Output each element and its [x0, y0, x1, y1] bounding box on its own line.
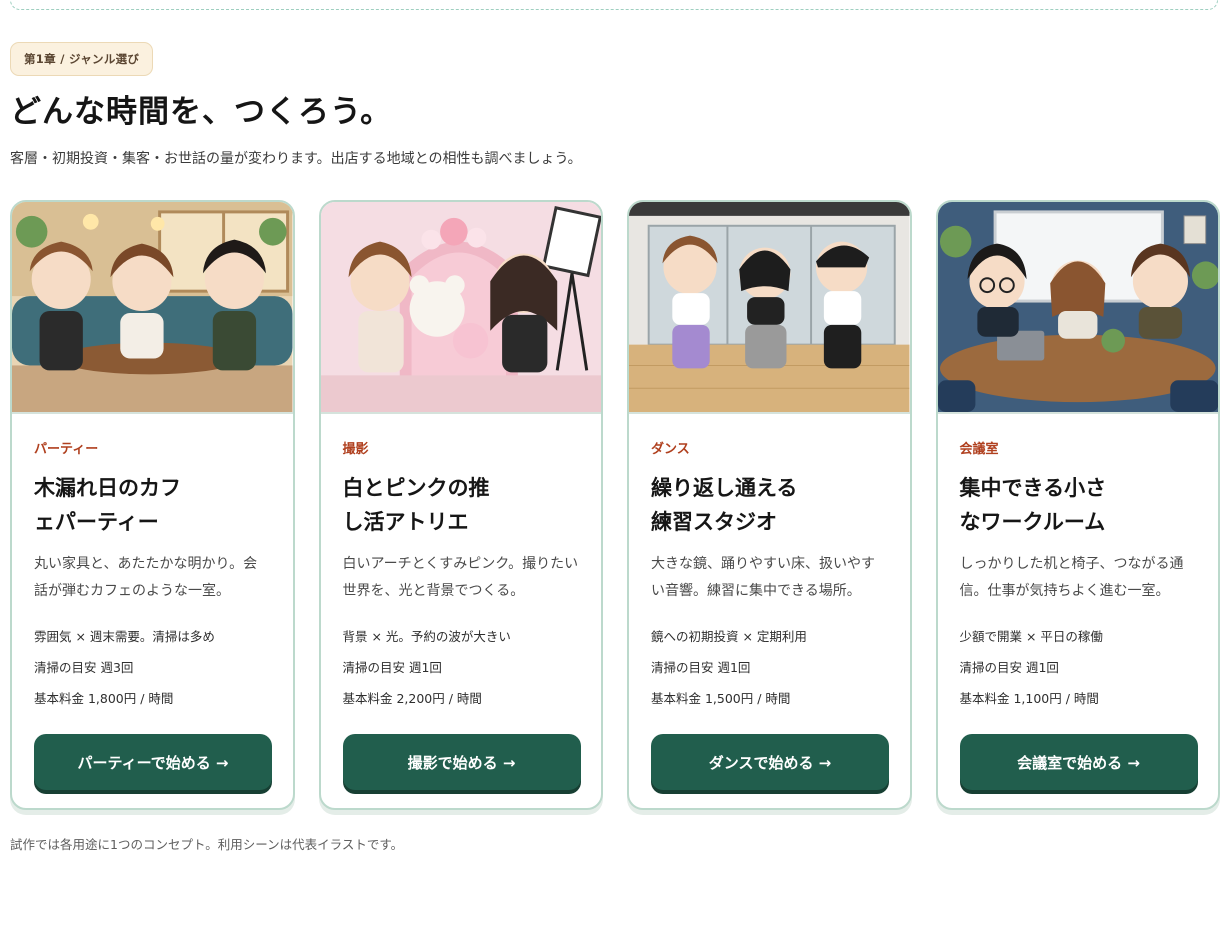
card-cleaning: 清掃の目安 週3回: [34, 660, 134, 675]
meeting-room-illustration: [937, 202, 1218, 414]
card-description: 丸い家具と、あたたかな明かり。会話が弾むカフェのような一室。: [34, 556, 258, 599]
top-dashed-panel: [10, 0, 1218, 10]
card-price: 基本料金 1,800円 / 時間: [34, 691, 174, 706]
dance-studio-illustration: [629, 202, 910, 414]
start-meeting-button[interactable]: 会議室で始める →: [959, 734, 1198, 790]
genre-card-list: パーティー 木漏れ日のカフェパーティー 丸い家具と、あたたかな明かり。会話が弾む…: [10, 200, 1220, 810]
card-cleaning: 清掃の目安 週1回: [651, 660, 751, 675]
genre-card-party[interactable]: パーティー 木漏れ日のカフェパーティー 丸い家具と、あたたかな明かり。会話が弾む…: [10, 200, 295, 810]
genre-card-dance[interactable]: ダンス 繰り返し通える練習スタジオ 大きな鏡、踊りやすい床、扱いやすい音響。練習…: [627, 200, 912, 810]
card-description: しっかりした机と椅子、つながる通信。仕事が気持ちよく進む一室。: [959, 556, 1184, 599]
genre-card-photo[interactable]: 撮影 白とピンクの推し活アトリエ 白いアーチとくすみピンク。撮りたい世界を、光と…: [318, 200, 603, 810]
card-cleaning: 清掃の目安 週1回: [959, 660, 1059, 675]
genre-label: ダンス: [651, 442, 690, 457]
card-price: 基本料金 1,500円 / 時間: [651, 691, 791, 706]
card-trait: 背景 × 光。予約の波が大きい: [342, 629, 511, 644]
page-title: どんな時間を、つくろう。: [10, 94, 393, 130]
card-description: 白いアーチとくすみピンク。撮りたい世界を、光と背景でつくる。: [342, 556, 579, 599]
card-title: 白とピンクの推し活アトリエ: [342, 476, 490, 534]
card-trait: 雰囲気 × 週末需要。清掃は多め: [34, 629, 215, 644]
start-photo-button[interactable]: 撮影で始める →: [342, 734, 581, 790]
footer-note: 試作では各用途に1つのコンセプト。利用シーンは代表イラストです。: [10, 837, 404, 852]
card-trait: 鏡への初期投資 × 定期利用: [651, 629, 807, 644]
card-price: 基本料金 2,200円 / 時間: [342, 691, 482, 706]
genre-label: 会議室: [959, 442, 999, 457]
card-title: 集中できる小さなワークルーム: [959, 476, 1107, 534]
start-dance-button[interactable]: ダンスで始める →: [651, 734, 889, 790]
card-description: 大きな鏡、踊りやすい床、扱いやすい音響。練習に集中できる場所。: [651, 556, 875, 599]
page-subtitle: 客層・初期投資・集客・お世話の量が変わります。出店する地域との相性も調べましょう…: [10, 151, 582, 167]
cafe-party-illustration: [12, 202, 293, 414]
chapter-badge: 第1章 / ジャンル選び: [10, 42, 154, 76]
genre-label: パーティー: [34, 442, 99, 457]
start-party-button[interactable]: パーティーで始める →: [34, 734, 272, 790]
genre-label: 撮影: [342, 442, 369, 457]
card-title: 木漏れ日のカフェパーティー: [34, 476, 181, 534]
card-cleaning: 清掃の目安 週1回: [342, 660, 442, 675]
card-title: 繰り返し通える練習スタジオ: [651, 476, 798, 534]
genre-card-meeting[interactable]: 会議室 集中できる小さなワークルーム しっかりした机と椅子、つながる通信。仕事が…: [935, 200, 1220, 810]
card-price: 基本料金 1,100円 / 時間: [959, 691, 1099, 706]
card-trait: 少額で開業 × 平日の稼働: [959, 629, 1103, 644]
photo-atelier-illustration: [320, 202, 601, 414]
